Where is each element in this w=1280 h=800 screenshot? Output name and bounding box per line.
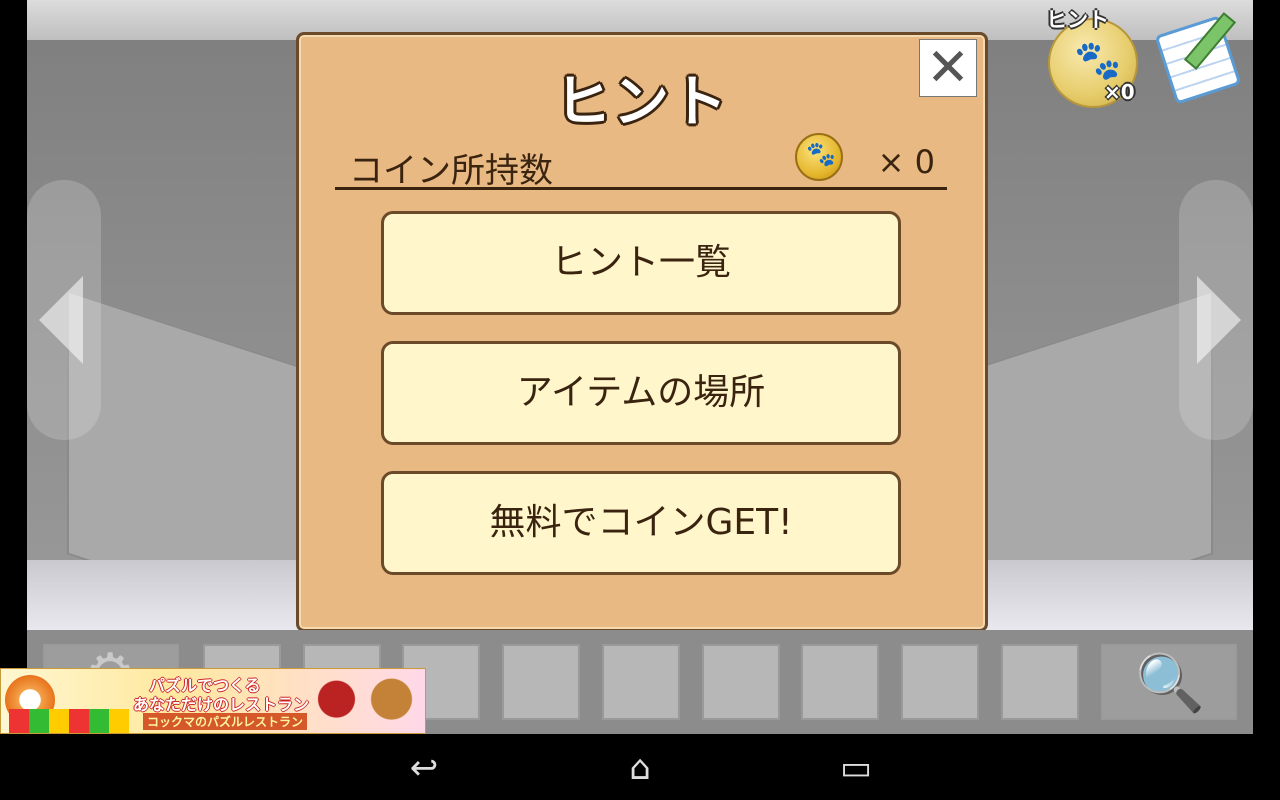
home-button[interactable]: ⌂: [610, 746, 670, 790]
coin-balance-label: コイン所持数: [349, 151, 553, 191]
recents-icon: ▭: [839, 748, 873, 788]
hint-count: ×0: [1104, 80, 1135, 104]
ad-headline-2: あなただけのレストラン: [133, 695, 310, 714]
back-button[interactable]: ↩: [394, 746, 454, 790]
inventory-slot[interactable]: [1001, 644, 1079, 720]
ad-subtitle: コックマのパズルレストラン: [143, 713, 308, 730]
hint-label: ヒント: [1046, 8, 1109, 32]
arrow-left-icon: [39, 276, 83, 364]
hint-coin-button[interactable]: 🐾 ヒント ×0: [1046, 4, 1142, 108]
ad-characters-image: [309, 673, 419, 731]
zoom-button[interactable]: 🔍: [1101, 644, 1237, 720]
puzzle-blocks-image: [9, 709, 129, 733]
free-coin-button[interactable]: 無料でコインGET!: [381, 471, 901, 575]
turn-left-button[interactable]: [27, 180, 101, 440]
system-navigation-bar: ↩ ⌂ ▭: [0, 734, 1280, 800]
coin-balance-row: コイン所持数 🐾 × 0: [335, 133, 947, 191]
inventory-slot[interactable]: [901, 644, 979, 720]
ad-banner[interactable]: パズルでつくる あなただけのレストラン コックマのパズルレストラン: [0, 668, 426, 734]
paw-icon: 🐾: [1074, 38, 1122, 82]
inventory-slot[interactable]: [602, 644, 680, 720]
zoom-in-icon: 🔍: [1135, 651, 1205, 716]
coin-balance-value: × 0: [877, 143, 935, 181]
item-location-button[interactable]: アイテムの場所: [381, 341, 901, 445]
paw-icon: 🐾: [806, 140, 836, 168]
hint-list-button[interactable]: ヒント一覧: [381, 211, 901, 315]
inventory-slot[interactable]: [702, 644, 780, 720]
recents-button[interactable]: ▭: [826, 746, 886, 790]
hint-dialog: ヒント ✕ コイン所持数 🐾 × 0 ヒント一覧 アイテムの場所 無料でコインG…: [296, 32, 988, 632]
arrow-right-icon: [1197, 276, 1241, 364]
turn-right-button[interactable]: [1179, 180, 1253, 440]
home-icon: ⌂: [629, 748, 651, 788]
close-icon: ✕: [926, 38, 970, 98]
inventory-slot[interactable]: [801, 644, 879, 720]
dialog-title: ヒント: [555, 70, 729, 135]
back-icon: ↩: [409, 748, 439, 788]
close-button[interactable]: ✕: [919, 39, 977, 97]
coin-icon: 🐾: [795, 133, 843, 181]
inventory-slot[interactable]: [502, 644, 580, 720]
memo-button[interactable]: [1154, 10, 1242, 105]
